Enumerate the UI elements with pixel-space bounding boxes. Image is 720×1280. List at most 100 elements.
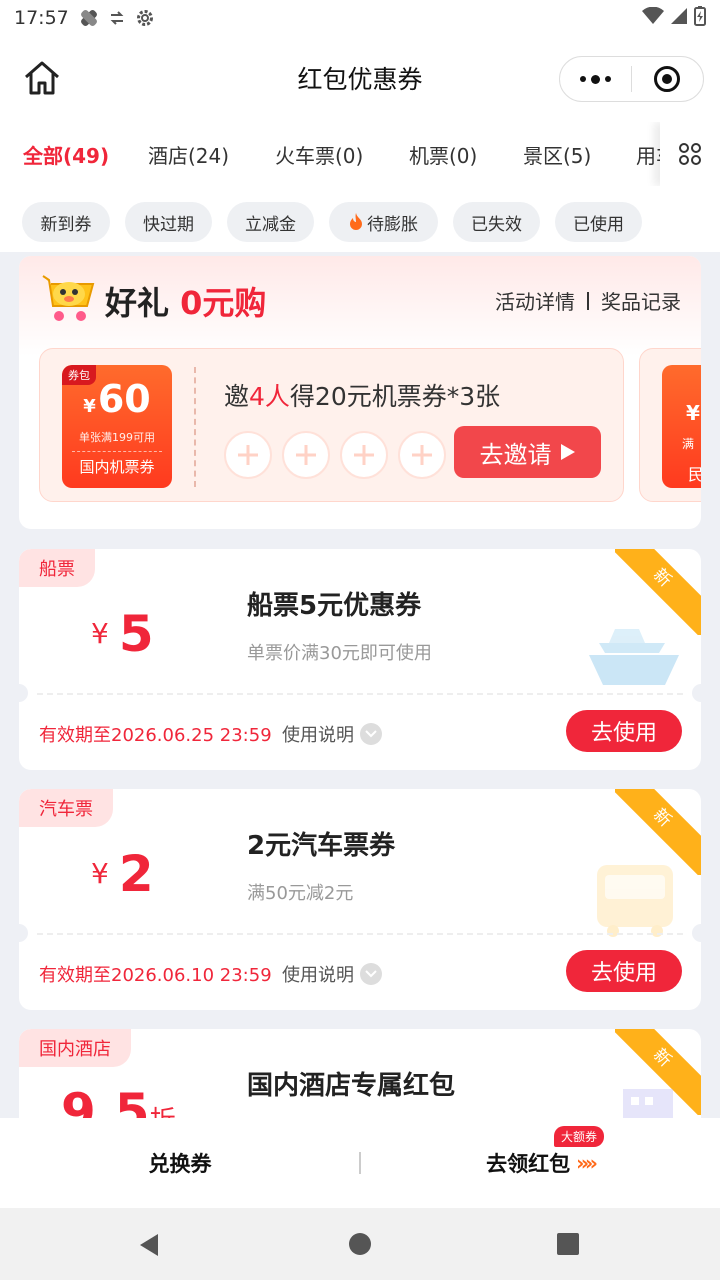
- tab-hotel[interactable]: 酒店(24): [148, 140, 229, 169]
- signal-icon: [670, 7, 688, 30]
- voucher-next-currency: ¥: [686, 401, 700, 425]
- all-categories-button[interactable]: [660, 122, 720, 186]
- grid-icon: [679, 143, 701, 165]
- usage-label: 使用说明: [282, 965, 354, 986]
- coupon-title: 国内酒店专属红包: [247, 1071, 456, 1101]
- promo-card: 好礼 0元购 活动详情 奖品记录 券包 ¥60 单张满199可用 国内机票券 邀…: [19, 256, 701, 529]
- coupon-category: 船票: [19, 549, 95, 587]
- back-triangle-icon: [140, 1234, 158, 1256]
- invite-slots: [224, 431, 446, 479]
- chip-expiring[interactable]: 快过期: [125, 202, 212, 242]
- bottom-bar: 兑换券 去领红包 »» 大额券: [0, 1118, 720, 1208]
- promo-title-text: 好礼: [105, 284, 170, 322]
- chip-instant-discount[interactable]: 立减金: [227, 202, 314, 242]
- big-coupon-badge: 大额券: [554, 1126, 605, 1147]
- coupon-price: ¥5: [91, 605, 154, 663]
- chip-invalid[interactable]: 已失效: [453, 202, 540, 242]
- promo-title: 好礼 0元购: [105, 278, 266, 324]
- recents-button[interactable]: [556, 1232, 580, 1256]
- bus-icon: [587, 859, 683, 943]
- voucher-next: ¥ 满 民: [662, 365, 701, 488]
- more-menu-button[interactable]: [560, 57, 631, 101]
- coupon-card[interactable]: 汽车票 新 ¥2 2元汽车票券 满50元减2元 有效期至2026.06.10 2…: [19, 789, 701, 1010]
- flight-voucher: 券包 ¥60 单张满199可用 国内机票券: [62, 365, 172, 488]
- category-tabs: 全部(49) 酒店(24) 火车票(0) 机票(0) 景区(5) 用车: [0, 122, 720, 186]
- miniapp-capsule: [559, 56, 704, 102]
- status-bar: 17:57: [0, 0, 720, 36]
- voucher-kind: 国内机票券: [79, 458, 155, 476]
- get-red-packet-label: 去领红包: [486, 1152, 571, 1176]
- coupon-desc: 满50元减2元: [247, 883, 354, 904]
- coupon-category: 汽车票: [19, 789, 113, 827]
- invite-slot[interactable]: [398, 431, 446, 479]
- plus-icon: [238, 445, 258, 465]
- back-button[interactable]: [136, 1232, 162, 1258]
- plus-icon: [296, 445, 316, 465]
- home-nav-button[interactable]: [348, 1232, 372, 1256]
- use-coupon-button[interactable]: 去使用: [566, 710, 682, 752]
- ticket-notch: [19, 924, 28, 942]
- voucher-next-kind: 民: [688, 461, 701, 485]
- voucher-next-condition: 满: [682, 437, 695, 451]
- close-miniapp-button[interactable]: [632, 57, 703, 101]
- chevron-down-icon: [360, 723, 382, 745]
- home-circle-icon: [349, 1233, 371, 1255]
- chip-pending-boost[interactable]: 待膨胀: [329, 202, 438, 242]
- exchange-coupon-button[interactable]: 兑换券: [0, 1118, 360, 1208]
- coupon-category: 国内酒店: [19, 1029, 131, 1067]
- chip-label: 待膨胀: [367, 214, 418, 235]
- currency-symbol: ¥: [91, 857, 109, 890]
- battery-charging-icon: [694, 5, 706, 31]
- invite-button-label: 去邀请: [479, 440, 552, 469]
- invite-text: 邀4人得20元机票券*3张: [224, 377, 500, 413]
- coupon-price: ¥2: [91, 845, 154, 903]
- invite-post: 得20元机票券*3张: [289, 382, 501, 411]
- invite-card-next: ¥ 满 民: [639, 348, 701, 502]
- plus-icon: [354, 445, 374, 465]
- usage-label: 使用说明: [282, 725, 354, 746]
- invite-pre: 邀: [224, 382, 250, 411]
- coupon-divider: [37, 933, 683, 935]
- ship-icon: [585, 619, 683, 699]
- invite-count: 4人: [249, 382, 290, 411]
- use-coupon-button[interactable]: 去使用: [566, 950, 682, 992]
- invite-slot[interactable]: [224, 431, 272, 479]
- ticket-notch: [692, 684, 701, 702]
- recents-square-icon: [557, 1233, 579, 1255]
- tab-scenic[interactable]: 景区(5): [523, 140, 591, 169]
- ticket-notch: [692, 924, 701, 942]
- bandage-icon: [79, 8, 99, 28]
- tab-all[interactable]: 全部(49): [23, 140, 109, 169]
- coupon-amount: 5: [118, 605, 154, 663]
- tab-flight[interactable]: 机票(0): [409, 140, 477, 169]
- get-red-packet-button[interactable]: 去领红包 »»: [360, 1118, 720, 1208]
- nav-bar: 红包优惠券: [0, 36, 720, 122]
- usage-instructions-toggle[interactable]: 使用说明: [282, 721, 382, 747]
- double-chevron-right-icon: »»: [576, 1151, 598, 1175]
- prize-records-link[interactable]: 奖品记录: [601, 286, 681, 315]
- tab-train[interactable]: 火车票(0): [275, 140, 363, 169]
- settings-gear-icon: [135, 8, 155, 28]
- coupon-card[interactable]: 船票 新 ¥5 船票5元优惠券 单票价满30元即可使用 有效期至2026.06.…: [19, 549, 701, 770]
- voucher-value: 60: [97, 377, 151, 421]
- activity-details-link[interactable]: 活动详情: [495, 286, 575, 315]
- invite-button[interactable]: 去邀请: [454, 426, 601, 478]
- chip-new[interactable]: 新到券: [22, 202, 110, 242]
- target-close-icon: [654, 66, 681, 92]
- usage-instructions-toggle[interactable]: 使用说明: [282, 961, 382, 987]
- coupon-title: 2元汽车票券: [247, 831, 396, 861]
- promo-title-highlight: 0元购: [180, 284, 267, 322]
- link-separator: [587, 291, 589, 310]
- invite-slot[interactable]: [282, 431, 330, 479]
- chip-used[interactable]: 已使用: [555, 202, 642, 242]
- invite-divider: [194, 367, 196, 487]
- wifi-icon: [642, 6, 664, 30]
- coupon-divider: [37, 693, 683, 695]
- filter-chips: 新到券 快过期 立减金 待膨胀 已失效 已使用: [0, 186, 720, 252]
- voucher-divider: [72, 451, 162, 452]
- coupon-amount: 2: [118, 845, 154, 903]
- invite-slot[interactable]: [340, 431, 388, 479]
- promo-links: 活动详情 奖品记录: [495, 286, 681, 315]
- play-arrow-icon: [560, 444, 575, 460]
- plus-icon: [412, 445, 432, 465]
